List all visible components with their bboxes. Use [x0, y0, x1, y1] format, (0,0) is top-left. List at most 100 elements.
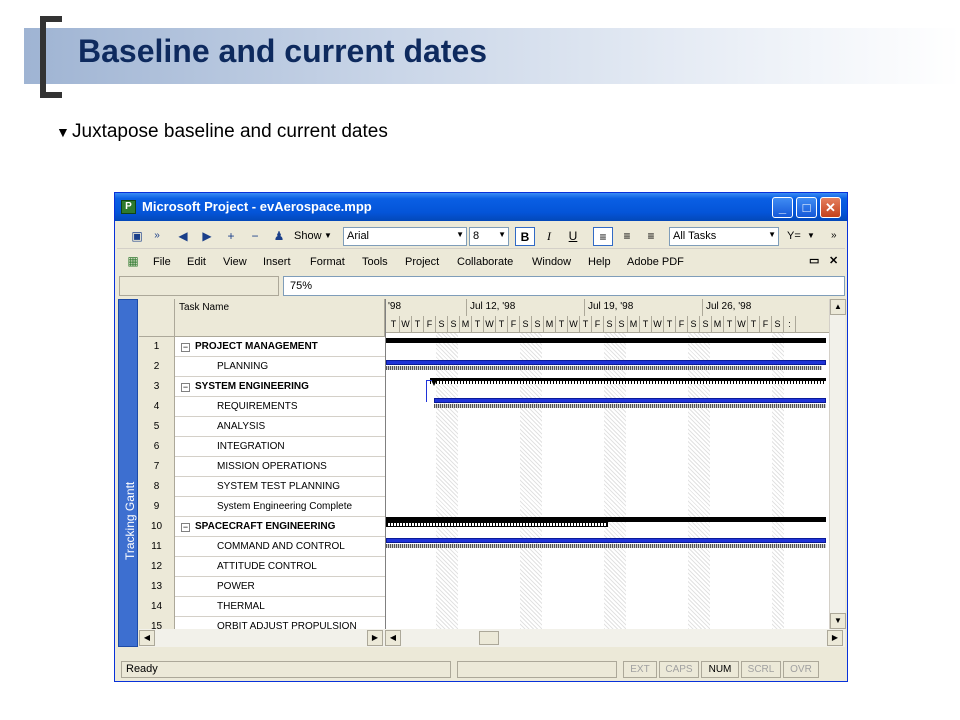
table-row[interactable]: 15 ORBIT ADJUST PROPULSION [139, 617, 385, 629]
menu-window[interactable]: Window [532, 256, 571, 268]
row-id[interactable]: 9 [139, 497, 175, 517]
task-name-cell[interactable]: SPACECRAFT ENGINEERING [195, 517, 335, 537]
table-row[interactable]: 7 MISSION OPERATIONS [139, 457, 385, 477]
baseline-task-bar[interactable] [386, 366, 822, 370]
view-bar[interactable]: Tracking Gantt [118, 299, 138, 647]
collapse-toggle-icon[interactable]: − [181, 523, 190, 532]
table-row[interactable]: 5 ANALYSIS [139, 417, 385, 437]
entry-field[interactable]: 75% [283, 276, 845, 296]
menu-adobe-pdf[interactable]: Adobe PDF [627, 256, 684, 268]
align-left-icon[interactable]: ≡ [593, 227, 613, 246]
task-name-cell[interactable]: PROJECT MANAGEMENT [195, 337, 318, 357]
chart-scroll-right-button[interactable]: ▶ [827, 630, 843, 646]
bold-button[interactable]: B [515, 227, 535, 246]
close-doc-icon[interactable]: ✕ [829, 254, 838, 267]
table-scroll-right-button[interactable]: ▶ [367, 630, 383, 646]
table-row[interactable]: 12 ATTITUDE CONTROL [139, 557, 385, 577]
table-row[interactable]: 1− PROJECT MANAGEMENT [139, 337, 385, 357]
task-name-cell[interactable]: System Engineering Complete [217, 497, 352, 517]
task-name-cell[interactable]: REQUIREMENTS [217, 397, 298, 417]
row-id[interactable]: 14 [139, 597, 175, 617]
current-task-bar[interactable] [386, 360, 826, 365]
baseline-task-bar[interactable] [386, 544, 826, 548]
table-scroll-left-button[interactable]: ◀ [139, 630, 155, 646]
collapse-toggle-icon[interactable]: − [181, 343, 190, 352]
task-name-cell[interactable]: ORBIT ADJUST PROPULSION [217, 617, 357, 629]
font-size-select[interactable]: 8 ▼ [469, 227, 509, 246]
row-id[interactable]: 13 [139, 577, 175, 597]
current-task-bar[interactable] [434, 398, 826, 403]
show-menu-button[interactable]: Show [294, 230, 322, 242]
table-row[interactable]: 6 INTEGRATION [139, 437, 385, 457]
row-id[interactable]: 10 [139, 517, 175, 537]
summary-progress-bar[interactable] [386, 522, 608, 527]
scroll-up-button[interactable]: ▲ [830, 299, 846, 315]
document-icon[interactable]: ▦ [125, 253, 141, 269]
chart-scroll-left-button[interactable]: ◀ [385, 630, 401, 646]
menu-view[interactable]: View [223, 256, 247, 268]
current-task-bar[interactable] [386, 538, 826, 543]
menu-project[interactable]: Project [405, 256, 439, 268]
table-row[interactable]: 2 PLANNING [139, 357, 385, 377]
row-id[interactable]: 2 [139, 357, 175, 377]
menu-insert[interactable]: Insert [263, 256, 291, 268]
dependency-link[interactable] [426, 380, 432, 402]
row-id[interactable]: 8 [139, 477, 175, 497]
outdent-arrow-icon[interactable]: ◀ [175, 228, 191, 244]
italic-button[interactable]: I [539, 227, 559, 246]
row-id[interactable]: 11 [139, 537, 175, 557]
filter-select[interactable]: All Tasks ▼ [669, 227, 779, 246]
table-row[interactable]: 14 THERMAL [139, 597, 385, 617]
task-name-cell[interactable]: INTEGRATION [217, 437, 285, 457]
table-row[interactable]: 9 System Engineering Complete [139, 497, 385, 517]
table-row[interactable]: 3− SYSTEM ENGINEERING [139, 377, 385, 397]
autofilter-icon[interactable]: Y= [787, 230, 801, 242]
close-button[interactable]: ✕ [820, 197, 841, 218]
select-all-corner[interactable] [139, 299, 175, 337]
align-right-icon[interactable]: ≡ [641, 227, 661, 246]
table-row[interactable]: 13 POWER [139, 577, 385, 597]
task-name-cell[interactable]: THERMAL [217, 597, 265, 617]
save-icon[interactable]: ▣ [129, 228, 145, 244]
row-id[interactable]: 1 [139, 337, 175, 357]
chart-scroll-thumb[interactable] [479, 631, 499, 645]
menu-file[interactable]: File [153, 256, 171, 268]
summary-task-bar[interactable] [430, 378, 826, 384]
menu-help[interactable]: Help [588, 256, 611, 268]
scroll-down-button[interactable]: ▼ [830, 613, 846, 629]
autofilter-dropdown-icon[interactable]: ▼ [807, 231, 815, 240]
task-name-cell[interactable]: ATTITUDE CONTROL [217, 557, 317, 577]
row-id[interactable]: 7 [139, 457, 175, 477]
vertical-scrollbar[interactable]: ▲ ▼ [829, 299, 846, 629]
task-name-cell[interactable]: PLANNING [217, 357, 268, 377]
window-titlebar[interactable]: P Microsoft Project - evAerospace.mpp _ … [115, 193, 847, 221]
row-id[interactable]: 4 [139, 397, 175, 417]
task-name-cell[interactable]: SYSTEM TEST PLANNING [217, 477, 340, 497]
menu-tools[interactable]: Tools [362, 256, 388, 268]
toolbar-overflow-icon[interactable]: » [149, 228, 165, 244]
row-id[interactable]: 3 [139, 377, 175, 397]
table-row[interactable]: 11 COMMAND AND CONTROL [139, 537, 385, 557]
align-center-icon[interactable]: ≡ [617, 227, 637, 246]
show-subtasks-icon[interactable]: + [223, 228, 239, 244]
baseline-task-bar[interactable] [434, 404, 826, 408]
row-id[interactable]: 5 [139, 417, 175, 437]
table-row[interactable]: 4 REQUIREMENTS [139, 397, 385, 417]
indent-arrow-icon[interactable]: ▶ [199, 228, 215, 244]
show-dropdown-icon[interactable]: ▼ [324, 231, 332, 240]
menu-collaborate[interactable]: Collaborate [457, 256, 513, 268]
task-name-cell[interactable]: COMMAND AND CONTROL [217, 537, 345, 557]
maximize-button[interactable]: □ [796, 197, 817, 218]
task-name-cell[interactable]: MISSION OPERATIONS [217, 457, 327, 477]
summary-task-bar[interactable] [386, 338, 826, 343]
row-id[interactable]: 15 [139, 617, 175, 629]
task-name-cell[interactable]: POWER [217, 577, 255, 597]
underline-button[interactable]: U [563, 227, 583, 246]
menu-format[interactable]: Format [310, 256, 345, 268]
gantt-chart[interactable]: '98 Jul 12, '98 Jul 19, '98 Jul 26, '98 T W T F… [385, 299, 829, 629]
row-id[interactable]: 6 [139, 437, 175, 457]
task-name-cell[interactable]: SYSTEM ENGINEERING [195, 377, 309, 397]
minimize-button[interactable]: _ [772, 197, 793, 218]
task-name-cell[interactable]: ANALYSIS [217, 417, 265, 437]
font-name-select[interactable]: Arial ▼ [343, 227, 467, 246]
